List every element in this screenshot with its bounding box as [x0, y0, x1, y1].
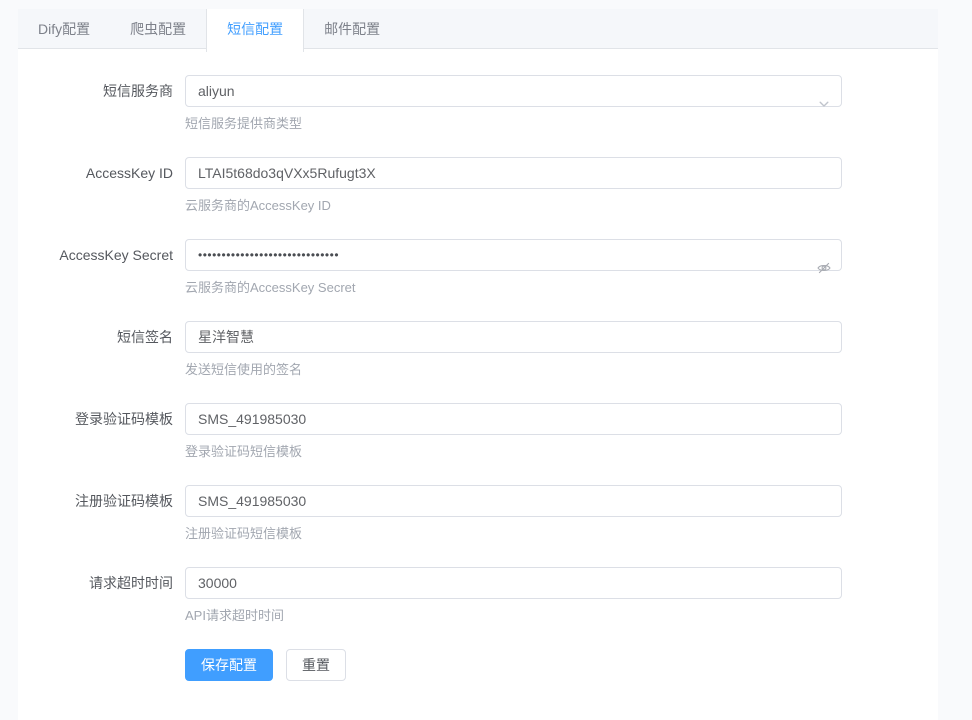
- register-template-input[interactable]: [185, 485, 842, 517]
- access-key-id-input[interactable]: [185, 157, 842, 189]
- timeout-input[interactable]: [185, 567, 842, 599]
- tab-email-config[interactable]: 邮件配置: [304, 9, 400, 49]
- login-template-help: 登录验证码短信模板: [185, 443, 842, 461]
- form-item-timeout: 请求超时时间 API请求超时时间: [18, 567, 938, 625]
- form-item-access-key-secret: AccessKey Secret 云服务商的AccessKey Secret: [18, 239, 938, 297]
- access-key-id-label: AccessKey ID: [18, 157, 185, 215]
- tab-crawler-config[interactable]: 爬虫配置: [110, 9, 206, 49]
- provider-help: 短信服务提供商类型: [185, 115, 842, 133]
- tab-sms-config[interactable]: 短信配置: [206, 9, 304, 52]
- settings-card: Dify配置 爬虫配置 短信配置 邮件配置 短信服务商 短信服务提供商类型 Ac…: [18, 9, 938, 720]
- form-item-register-template: 注册验证码模板 注册验证码短信模板: [18, 485, 938, 543]
- sms-config-form: 短信服务商 短信服务提供商类型 AccessKey ID 云服务商的Access…: [18, 49, 938, 681]
- access-key-secret-input[interactable]: [185, 239, 842, 271]
- save-config-button[interactable]: 保存配置: [185, 649, 273, 681]
- provider-label: 短信服务商: [18, 75, 185, 133]
- eye-off-icon[interactable]: [816, 260, 832, 276]
- access-key-id-help: 云服务商的AccessKey ID: [185, 197, 842, 215]
- form-item-sign-name: 短信签名 发送短信使用的签名: [18, 321, 938, 379]
- provider-select[interactable]: [185, 75, 842, 107]
- access-key-secret-help: 云服务商的AccessKey Secret: [185, 279, 842, 297]
- register-template-label: 注册验证码模板: [18, 485, 185, 543]
- form-actions: 保存配置 重置: [185, 649, 938, 681]
- form-item-login-template: 登录验证码模板 登录验证码短信模板: [18, 403, 938, 461]
- sign-name-input[interactable]: [185, 321, 842, 353]
- tab-dify-config[interactable]: Dify配置: [18, 9, 110, 49]
- form-item-provider: 短信服务商 短信服务提供商类型: [18, 75, 938, 133]
- reset-button[interactable]: 重置: [286, 649, 346, 681]
- chevron-down-icon: [816, 96, 832, 112]
- login-template-label: 登录验证码模板: [18, 403, 185, 461]
- timeout-help: API请求超时时间: [185, 607, 842, 625]
- sign-name-label: 短信签名: [18, 321, 185, 379]
- sign-name-help: 发送短信使用的签名: [185, 361, 842, 379]
- login-template-input[interactable]: [185, 403, 842, 435]
- timeout-label: 请求超时时间: [18, 567, 185, 625]
- register-template-help: 注册验证码短信模板: [185, 525, 842, 543]
- form-item-access-key-id: AccessKey ID 云服务商的AccessKey ID: [18, 157, 938, 215]
- tab-bar: Dify配置 爬虫配置 短信配置 邮件配置: [18, 9, 938, 49]
- access-key-secret-label: AccessKey Secret: [18, 239, 185, 297]
